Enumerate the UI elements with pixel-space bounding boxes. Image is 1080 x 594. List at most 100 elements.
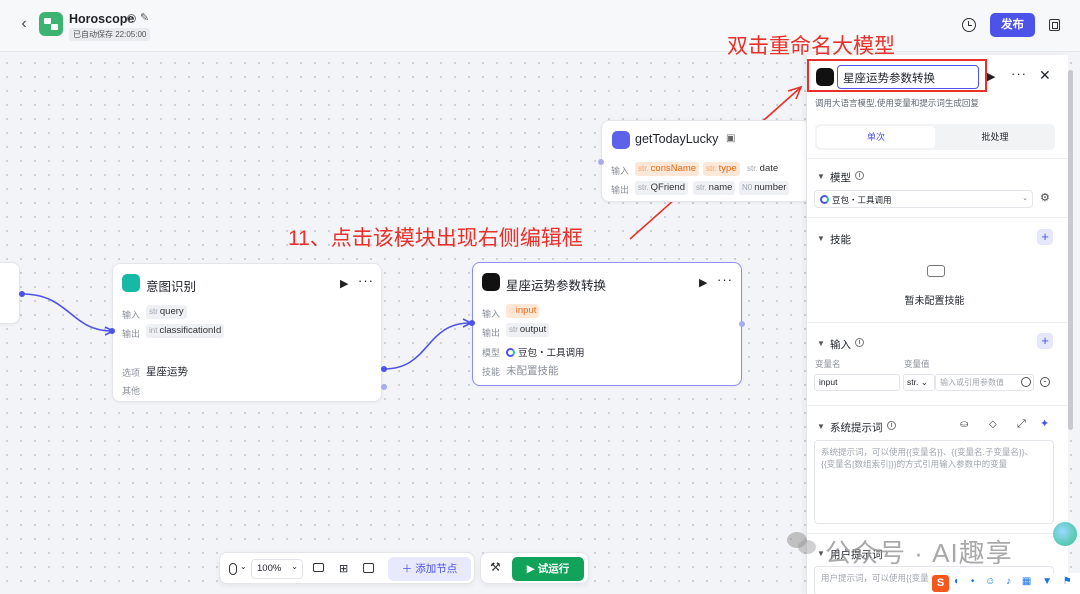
system-prompt-textarea[interactable]: 系统提示词，可以使用{{变量名}}、{{变量名.子变量名}}、{{变量名[数组索…: [814, 440, 1054, 524]
output-tag: str. QFriend: [635, 181, 688, 195]
minimap-icon[interactable]: [363, 563, 374, 573]
chevron-down-icon[interactable]: ▼: [817, 172, 825, 181]
annotation-rename: 双击重命名大模型: [727, 35, 895, 58]
prompt-library-icon[interactable]: ⛀: [960, 419, 968, 430]
assistant-float-icon[interactable]: [1053, 522, 1077, 546]
canvas-toolbar: ⌄ 100% ⌄ ⊞ ＋ 添加节点: [219, 552, 475, 584]
run-node-icon[interactable]: ▶: [699, 276, 707, 289]
layout-icon[interactable]: ⊞: [339, 562, 348, 575]
doubao-logo-icon: [820, 195, 829, 204]
skills-section-title: 技能: [830, 234, 851, 246]
model-select[interactable]: 豆包・工具调用 ⌄: [814, 190, 1033, 208]
plugin-icon: [612, 131, 630, 149]
intent-other-port[interactable]: [381, 384, 387, 390]
add-skill-button[interactable]: +: [1037, 229, 1053, 245]
var-value-placeholder: 输入或引用参数值: [940, 378, 1004, 387]
run-icon[interactable]: ▶: [987, 70, 995, 83]
watermark-text: 公众号 · AI趣享: [825, 538, 1013, 568]
doc-icon: ▣: [726, 133, 736, 144]
chevron-down-icon[interactable]: ▼: [817, 339, 825, 348]
option-value: 星座运势: [146, 366, 188, 378]
node-config-panel: 星座运势参数转换 ▶ ··· ✕ 调用大语言模型,使用变量和提示词生成回复 单次…: [806, 55, 1069, 594]
ai-optimize-icon[interactable]: ✦: [1040, 417, 1049, 430]
run-toolbar: ⚒ ▶ 试运行: [480, 552, 589, 584]
empty-skill-icon: [927, 265, 945, 277]
chevron-down-icon: ⌄: [1022, 195, 1028, 202]
var-type-select[interactable]: str. ⌄: [903, 374, 935, 391]
chevron-down-icon[interactable]: ⌄: [240, 562, 247, 571]
node-title: getTodayLucky: [635, 132, 719, 146]
output-tag: N0 number: [739, 181, 790, 195]
model-value: 豆包・工具调用: [506, 345, 585, 359]
edge-start-to-intent: [21, 293, 113, 332]
skill-label: 技能: [482, 367, 501, 377]
mouse-mode-icon[interactable]: [229, 563, 237, 575]
add-input-button[interactable]: +: [1037, 333, 1053, 349]
gear-icon[interactable]: ⚙: [1040, 191, 1050, 204]
node-title: 意图识别: [146, 280, 197, 294]
input-label: 输入: [611, 166, 630, 176]
output-tag: str output: [506, 323, 550, 337]
info-icon[interactable]: i: [855, 338, 864, 347]
tab-batch[interactable]: 批处理: [937, 126, 1053, 148]
debug-tool-icon[interactable]: ⚒: [490, 560, 501, 574]
comment-icon[interactable]: [313, 563, 324, 572]
info-icon[interactable]: i: [855, 171, 864, 180]
node-intent-recognition[interactable]: 意图识别 ▶ ··· 输入 str query 输出 int classificat…: [112, 263, 382, 402]
info-icon[interactable]: i: [887, 421, 896, 430]
start-output-port[interactable]: [19, 291, 25, 297]
more-icon[interactable]: ···: [717, 272, 733, 287]
test-run-button[interactable]: ▶ 试运行: [512, 557, 584, 581]
edge-intent-to-llm: [383, 322, 471, 370]
input-label: 输入: [482, 309, 501, 319]
input-tag: str query: [146, 305, 187, 319]
plus-icon: ＋: [401, 563, 413, 575]
lucky-input-port[interactable]: [598, 159, 604, 165]
skills-empty-text: 暂未配置技能: [904, 296, 965, 307]
other-label: 其他: [122, 386, 141, 396]
tab-single[interactable]: 单次: [817, 126, 935, 148]
var-value-input[interactable]: 输入或引用参数值: [935, 374, 1034, 391]
output-label: 输出: [482, 328, 501, 338]
more-icon[interactable]: ···: [358, 273, 374, 288]
input-tag: ◌ input: [506, 304, 540, 318]
sogou-logo[interactable]: S: [932, 575, 949, 592]
play-icon: ▶: [526, 563, 535, 575]
node-llm-param-convert[interactable]: 星座运势参数转换 ▶ ··· 输入 ◌ input 输出 str output 模型…: [472, 262, 742, 386]
var-value-header: 变量值: [904, 359, 930, 369]
intent-input-port[interactable]: [109, 328, 115, 334]
remove-input-icon[interactable]: -: [1040, 377, 1050, 387]
intent-option-port[interactable]: [381, 366, 387, 372]
llm-icon: [482, 273, 500, 291]
add-node-button[interactable]: ＋ 添加节点: [388, 557, 471, 581]
llm-output-port[interactable]: [739, 321, 745, 327]
var-name-header: 变量名: [815, 359, 841, 369]
node-description: 调用大语言模型,使用变量和提示词生成回复: [815, 98, 979, 108]
var-name-input[interactable]: input: [814, 374, 900, 391]
doubao-logo-icon: [506, 348, 515, 357]
node-get-today-lucky[interactable]: getTodayLucky ▣ 输入 str. consName str. type…: [601, 120, 811, 202]
run-node-icon[interactable]: ▶: [340, 277, 348, 290]
bulb-icon[interactable]: ◇: [989, 419, 997, 430]
input-tag: str. date: [747, 163, 779, 174]
input-tag: str. consName: [635, 162, 700, 176]
more-icon[interactable]: ···: [1011, 66, 1027, 81]
close-icon[interactable]: ✕: [1039, 67, 1051, 84]
option-label: 选项: [122, 368, 141, 378]
mode-tabs: 单次 批处理: [815, 124, 1055, 150]
skill-value: 未配置技能: [506, 365, 559, 377]
annotation-step: 11、点击该模块出现右侧编辑框: [288, 227, 583, 250]
expand-icon[interactable]: ⤢: [1017, 418, 1026, 431]
reference-icon[interactable]: [1021, 377, 1031, 387]
chevron-down-icon[interactable]: ▼: [817, 422, 825, 431]
input-label: 输入: [122, 310, 141, 320]
model-section-title: 模型: [830, 172, 851, 184]
panel-scrollbar[interactable]: [1068, 70, 1073, 430]
chevron-down-icon[interactable]: ▼: [817, 234, 825, 243]
system-prompt-placeholder: 系统提示词，可以使用{{变量名}}、{{变量名.子变量名}}、{{变量名[数组索…: [821, 447, 1034, 469]
ime-status-icons[interactable]: ◐ • ☺ ♪ ▦ ▼ ⚑ ▣: [954, 576, 1080, 587]
start-node[interactable]: [0, 262, 20, 324]
llm-input-port[interactable]: [469, 320, 475, 326]
zoom-select[interactable]: 100% ⌄: [251, 559, 303, 579]
intent-icon: [122, 274, 140, 292]
